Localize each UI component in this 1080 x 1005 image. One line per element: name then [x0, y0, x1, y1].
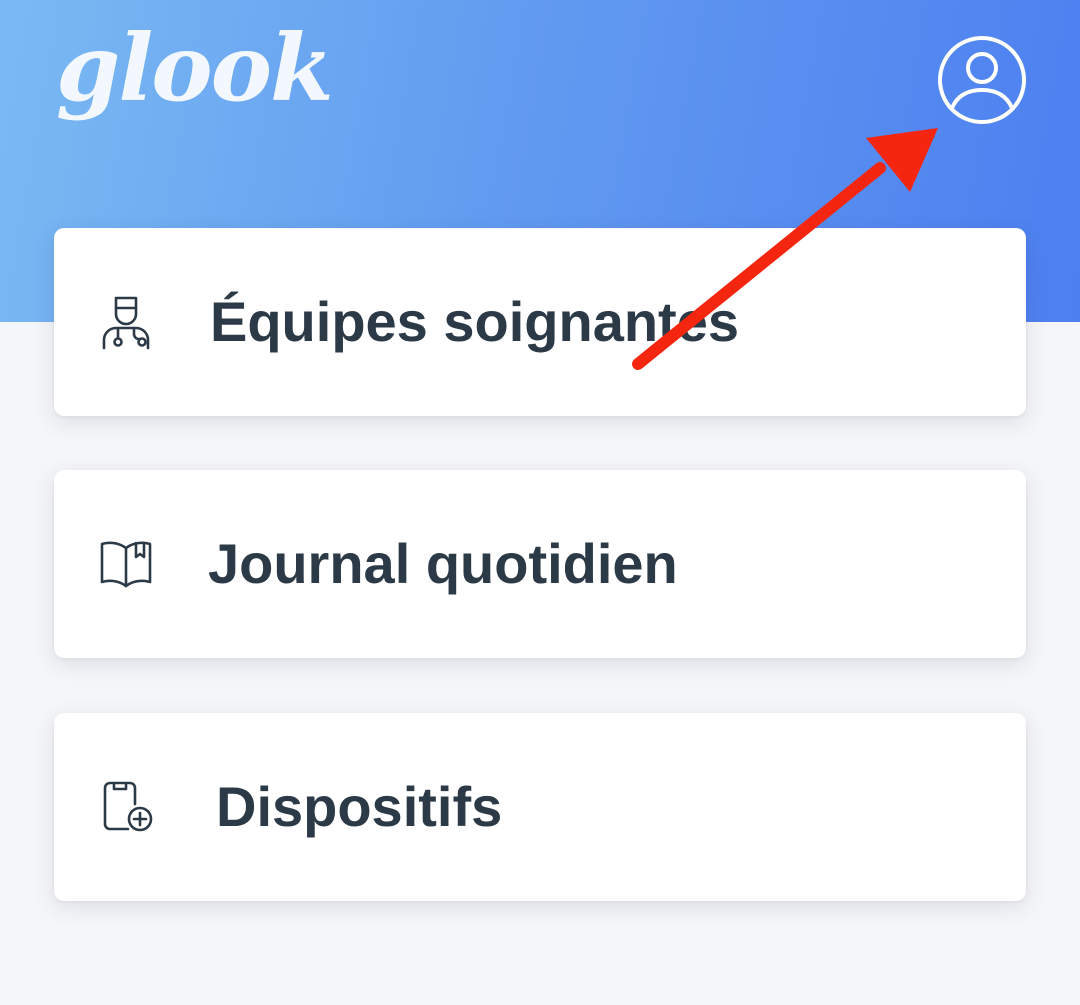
menu-item-label: Équipes soignantes [210, 290, 739, 353]
glooko-logo: glooko [56, 28, 332, 122]
doctor-icon [102, 296, 150, 350]
menu-item-devices[interactable]: Dispositifs [54, 713, 1026, 901]
menu-item-label: Journal quotidien [208, 532, 678, 595]
book-icon [100, 541, 152, 588]
menu-item-label: Dispositifs [216, 775, 503, 838]
menu-item-care-teams[interactable]: Équipes soignantes [54, 228, 1026, 416]
svg-text:glooko: glooko [56, 28, 332, 122]
user-circle-icon[interactable] [936, 34, 1028, 126]
menu-item-daily-journal[interactable]: Journal quotidien [54, 470, 1026, 658]
device-add-icon [103, 781, 153, 832]
